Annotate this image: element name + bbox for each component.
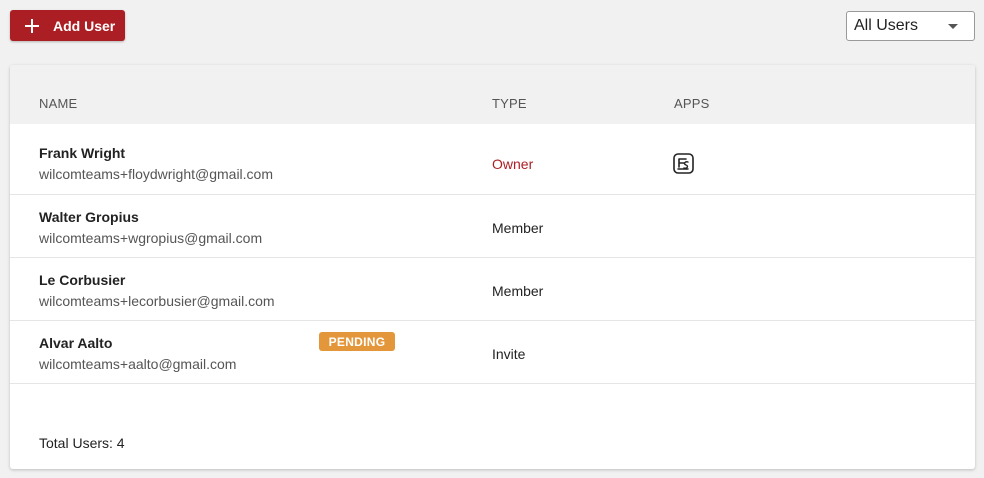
plus-icon [25, 18, 39, 33]
users-table: NAME TYPE APPS Frank Wright wilcomteams+… [10, 65, 975, 469]
table-row[interactable]: Le Corbusier wilcomteams+lecorbusier@gma… [10, 258, 975, 321]
user-email: wilcomteams+floydwright@gmail.com [39, 166, 274, 182]
total-users: Total Users: 4 [39, 435, 125, 451]
table-row[interactable]: Walter Gropius wilcomteams+wgropius@gmai… [10, 195, 975, 258]
header-type: TYPE [492, 96, 527, 111]
header-apps: APPS [674, 96, 710, 111]
table-row[interactable]: Alvar Aalto PENDING wilcomteams+aalto@gm… [10, 321, 975, 384]
user-type: Owner [492, 156, 534, 172]
pending-badge: PENDING [319, 332, 395, 351]
user-type: Invite [492, 346, 526, 362]
user-filter-value: All Users [854, 17, 919, 34]
caret-down-icon [948, 24, 958, 29]
table-header: NAME TYPE APPS [10, 65, 975, 124]
user-email: wilcomteams+wgropius@gmail.com [39, 230, 263, 246]
user-filter-select[interactable]: All Users [846, 11, 975, 41]
app-icon[interactable] [673, 153, 694, 174]
user-type: Member [492, 283, 544, 299]
user-name: Alvar Aalto [39, 335, 113, 351]
table-row[interactable]: Frank Wright wilcomteams+floydwright@gma… [10, 124, 975, 195]
user-email: wilcomteams+aalto@gmail.com [39, 356, 237, 372]
header-name: NAME [39, 96, 78, 111]
user-type: Member [492, 220, 544, 236]
user-name: Walter Gropius [39, 209, 139, 225]
user-email: wilcomteams+lecorbusier@gmail.com [39, 293, 275, 309]
user-name: Le Corbusier [39, 272, 126, 288]
add-user-button[interactable]: Add User [10, 10, 125, 41]
user-name: Frank Wright [39, 145, 126, 161]
add-user-label: Add User [53, 17, 116, 34]
